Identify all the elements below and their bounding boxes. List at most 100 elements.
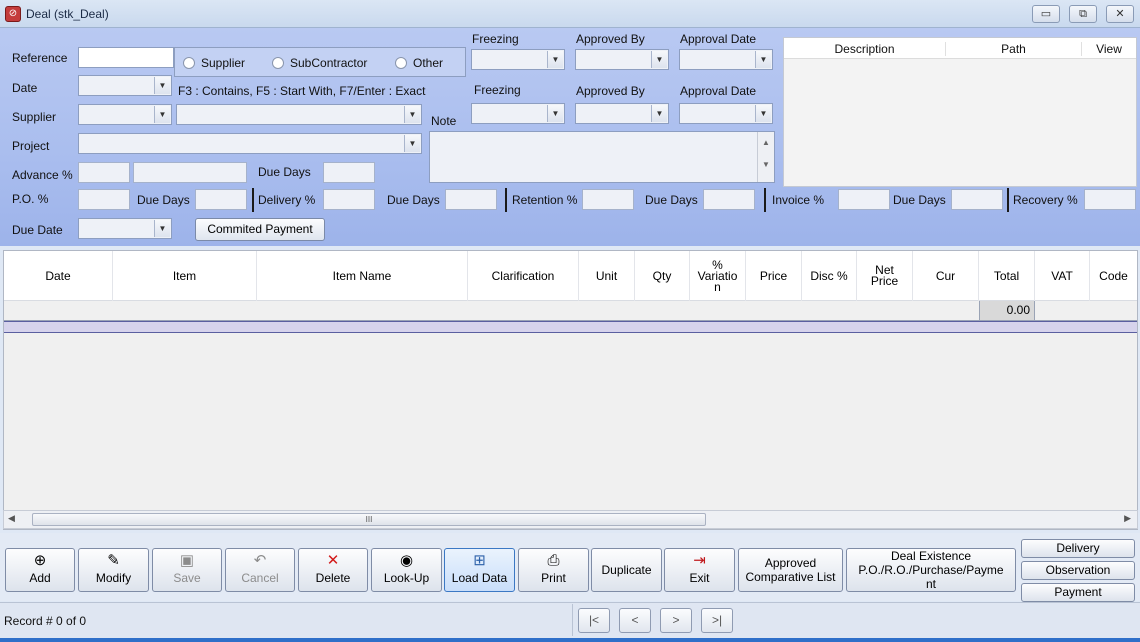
delivery-label: Delivery % xyxy=(258,193,316,207)
save-button[interactable]: ▣ Save xyxy=(152,548,222,592)
invoice-percent-input[interactable] xyxy=(838,189,890,210)
duplicate-button[interactable]: Duplicate xyxy=(591,548,662,592)
grid-header: Date Item Item Name Clarification Unit Q… xyxy=(4,251,1137,301)
view-column[interactable]: View xyxy=(1082,42,1136,56)
due-date-picker[interactable]: ▼ xyxy=(78,218,172,239)
chevron-down-icon: ▼ xyxy=(547,105,563,122)
search-hint: F3 : Contains, F5 : Start With, F7/Enter… xyxy=(178,84,426,98)
note-textarea[interactable]: ▲ ▼ xyxy=(429,131,775,183)
exit-button[interactable]: ⇥ Exit xyxy=(664,548,735,592)
total-value: 0.00 xyxy=(979,301,1035,320)
delete-button[interactable]: ✕ Delete xyxy=(298,548,368,592)
supplier-name-select[interactable]: ▼ xyxy=(176,104,422,125)
po-label: P.O. % xyxy=(12,192,49,206)
freezing-select-1[interactable]: ▼ xyxy=(471,49,565,70)
maximize-button[interactable]: ⧉ xyxy=(1069,5,1097,23)
close-button[interactable]: ✕ xyxy=(1106,5,1134,23)
status-bar xyxy=(0,602,1140,638)
deal-existence-button[interactable]: Deal Existence P.O./R.O./Purchase/Payme … xyxy=(846,548,1016,592)
freezing-select-2[interactable]: ▼ xyxy=(471,103,565,124)
approved-by-select-1[interactable]: ▼ xyxy=(575,49,669,70)
column-disc[interactable]: Disc % xyxy=(802,251,857,301)
advance-due-days-input[interactable] xyxy=(323,162,375,183)
commited-payment-button[interactable]: Commited Payment xyxy=(195,218,325,241)
floppy-icon: ▣ xyxy=(179,552,195,569)
add-icon: ⊕ xyxy=(33,552,47,569)
invoice-label: Invoice % xyxy=(772,193,825,207)
pencil-icon: ✎ xyxy=(107,552,120,569)
chevron-down-icon: ▼ xyxy=(547,51,563,68)
advance-label: Advance % xyxy=(12,168,73,182)
approved-by-select-2[interactable]: ▼ xyxy=(575,103,669,124)
print-button[interactable]: ⎙ Print xyxy=(518,548,589,592)
payment-button[interactable]: Payment xyxy=(1021,583,1135,602)
column-clarification[interactable]: Clarification xyxy=(468,251,579,301)
retention-due-days-label: Due Days xyxy=(645,193,698,207)
supplier-label: Supplier xyxy=(12,110,57,124)
load-data-button[interactable]: ⊞ Load Data xyxy=(444,548,515,592)
column-total[interactable]: Total xyxy=(979,251,1035,301)
observation-button[interactable]: Observation xyxy=(1021,561,1135,580)
advance-due-days-label: Due Days xyxy=(258,165,311,179)
lookup-button[interactable]: ◉ Look-Up xyxy=(371,548,442,592)
po-percent-input[interactable] xyxy=(78,189,130,210)
column-variation[interactable]: % Variatio n xyxy=(690,251,746,301)
first-record-button[interactable]: |< xyxy=(578,608,610,633)
separator xyxy=(505,188,507,212)
path-column[interactable]: Path xyxy=(946,42,1082,56)
next-record-button[interactable]: > xyxy=(660,608,692,633)
supplier-radio-label: Supplier xyxy=(201,56,246,70)
modify-button[interactable]: ✎ Modify xyxy=(78,548,149,592)
minimize-button[interactable]: ▭ xyxy=(1032,5,1060,23)
column-item[interactable]: Item xyxy=(113,251,257,301)
delivery-due-days-label: Due Days xyxy=(387,193,440,207)
note-scrollbar[interactable]: ▲ ▼ xyxy=(757,132,774,182)
column-date[interactable]: Date xyxy=(4,251,113,301)
undo-icon: ↶ xyxy=(253,552,267,569)
previous-record-button[interactable]: < xyxy=(619,608,651,633)
project-select[interactable]: ▼ xyxy=(78,133,422,154)
supplier-code-select[interactable]: ▼ xyxy=(78,104,172,125)
add-button[interactable]: ⊕ Add xyxy=(5,548,75,592)
column-cur[interactable]: Cur xyxy=(913,251,979,301)
date-picker[interactable]: ▼ xyxy=(78,75,172,96)
separator xyxy=(764,188,766,212)
exit-door-icon: ⇥ xyxy=(693,552,706,569)
delivery-due-days-input[interactable] xyxy=(445,189,497,210)
retention-due-days-input[interactable] xyxy=(703,189,755,210)
column-qty[interactable]: Qty xyxy=(635,251,690,301)
description-column[interactable]: Description xyxy=(784,42,946,56)
subcontractor-radio[interactable] xyxy=(272,57,284,69)
approval-date-picker-1[interactable]: ▼ xyxy=(679,49,773,70)
approved-comparative-list-button[interactable]: Approved Comparative List xyxy=(738,548,843,592)
scroll-thumb[interactable]: III xyxy=(32,513,706,526)
scroll-right-icon[interactable]: ▶ xyxy=(1124,513,1131,524)
cancel-button[interactable]: ↶ Cancel xyxy=(225,548,295,592)
other-radio-label: Other xyxy=(413,56,444,70)
reference-input[interactable] xyxy=(78,47,174,68)
scroll-left-icon[interactable]: ◀ xyxy=(8,513,15,524)
advance-percent-input[interactable] xyxy=(78,162,130,183)
column-code[interactable]: Code xyxy=(1090,251,1137,301)
chevron-down-icon: ▼ xyxy=(154,106,170,123)
last-record-button[interactable]: >| xyxy=(701,608,733,633)
column-unit[interactable]: Unit xyxy=(579,251,635,301)
column-net-price[interactable]: Net Price xyxy=(857,251,913,301)
load-data-icon: ⊞ xyxy=(473,552,486,569)
separator xyxy=(1007,188,1009,212)
delivery-button[interactable]: Delivery xyxy=(1021,539,1135,558)
grid-horizontal-scrollbar[interactable]: ◀ III ▶ xyxy=(3,510,1138,529)
supplier-radio[interactable] xyxy=(183,57,195,69)
chevron-down-icon: ▼ xyxy=(755,51,771,68)
delivery-percent-input[interactable] xyxy=(323,189,375,210)
column-item-name[interactable]: Item Name xyxy=(257,251,468,301)
column-price[interactable]: Price xyxy=(746,251,802,301)
advance-amount-input[interactable] xyxy=(133,162,247,183)
approval-date-picker-2[interactable]: ▼ xyxy=(679,103,773,124)
column-vat[interactable]: VAT xyxy=(1035,251,1090,301)
recovery-percent-input[interactable] xyxy=(1084,189,1136,210)
other-radio[interactable] xyxy=(395,57,407,69)
retention-percent-input[interactable] xyxy=(582,189,634,210)
po-due-days-input[interactable] xyxy=(195,189,247,210)
invoice-due-days-input[interactable] xyxy=(951,189,1003,210)
